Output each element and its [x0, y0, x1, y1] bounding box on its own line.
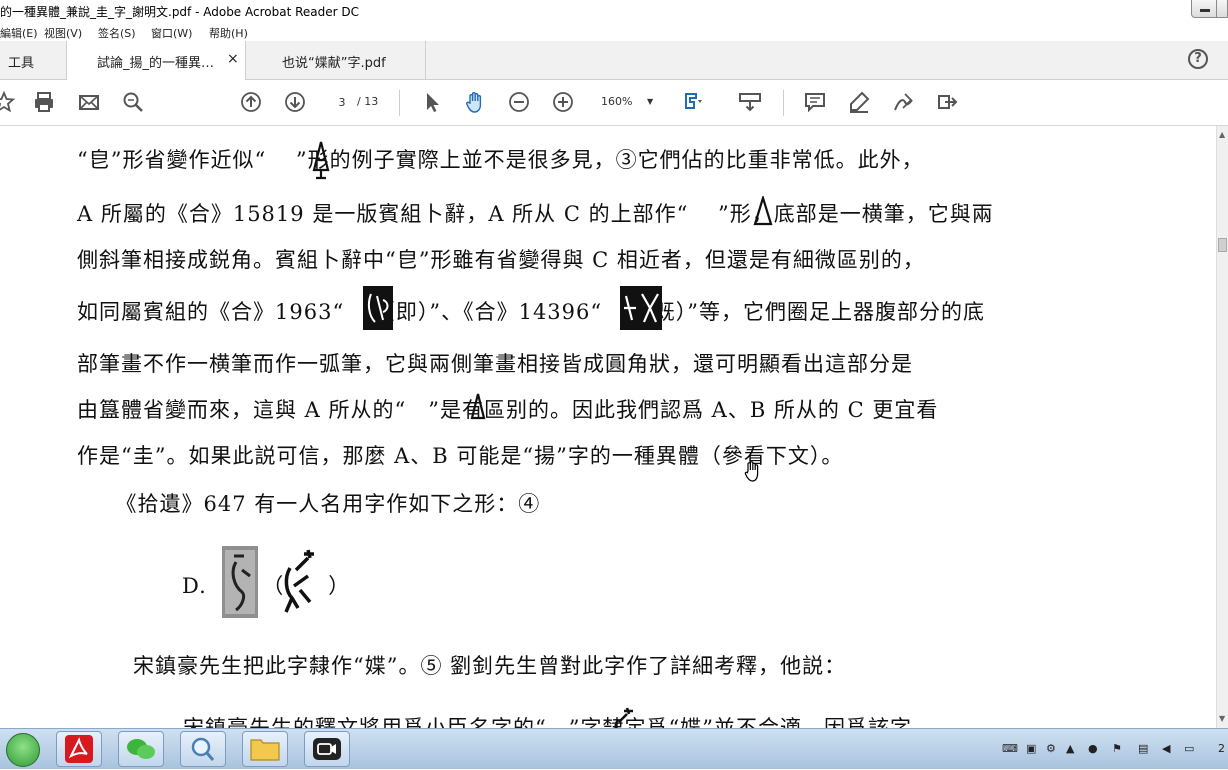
document-line: D. （ ）	[182, 574, 351, 598]
tray-qq-icon[interactable]: ●	[1088, 742, 1098, 755]
zoom-value: 160%	[601, 95, 633, 108]
tray-network-icon[interactable]: ▤	[1138, 742, 1148, 755]
document-page[interactable]: “皀”形省變作近似“ ”形的例子實際上並不是很多見，③它們佔的比重非常低。此外，…	[0, 126, 1216, 728]
help-icon[interactable]: ?	[1188, 49, 1208, 69]
document-line: 如同屬賓組的《合》1963“ （即）”、《合》14396“ （既）”等，它們圈足…	[77, 300, 986, 324]
mail-icon[interactable]	[77, 90, 101, 114]
close-icon[interactable]: ×	[227, 51, 239, 67]
menu-window[interactable]: 窗口(W)	[151, 25, 192, 41]
taskbar-explorer[interactable]	[242, 731, 288, 767]
vertical-scrollbar[interactable]: ▲ ▼	[1216, 126, 1228, 728]
document-line: 作是“圭”。如果此説可信，那麼 A、B 可能是“揚”字的一種異體（參看下文）。	[77, 444, 844, 468]
tab-bar: 工具 試論_揚_的一種異… × 也说“媟献”字.pdf	[0, 41, 1228, 80]
document-line: 宋鎮豪先生把此字隸作“媟”。⑤ 劉釗先生曾對此字作了詳細考釋，他説：	[133, 654, 847, 678]
toolbar: 3 / 13 160% ▼	[0, 80, 1228, 126]
scrollbar-thumb[interactable]	[1218, 238, 1227, 252]
search-icon[interactable]	[121, 90, 145, 114]
taskbar-wechat[interactable]	[118, 731, 164, 767]
rubbing-glyph-image	[363, 286, 393, 330]
tray-expand-icon[interactable]: ▲	[1066, 742, 1074, 755]
oracle-glyph-image	[312, 141, 330, 180]
menu-help[interactable]: 帮助(H)	[209, 25, 248, 41]
tab-document-1[interactable]: 試論_揚_的一種異… ×	[66, 41, 246, 80]
comment-icon[interactable]	[803, 90, 827, 114]
tab-tools-label: 工具	[8, 56, 35, 71]
tab-document-2[interactable]: 也说“媟献”字.pdf	[246, 41, 426, 79]
oracle-glyph-image	[470, 393, 486, 420]
tray-volume-icon[interactable]: ◀	[1162, 742, 1170, 755]
oracle-glyph-image	[614, 707, 633, 728]
tab-tools[interactable]: 工具	[0, 41, 66, 79]
rubbing-glyph-image	[222, 546, 258, 618]
taskbar-camera-app[interactable]	[304, 731, 350, 767]
hand-cursor-icon	[744, 461, 759, 482]
menu-bar: 編辑(E) 视图(V) 签名(S) 窗口(W) 帮助(H)	[0, 21, 1228, 41]
document-line: 部筆畫不作一横筆而作一弧筆，它與兩側筆畫相接皆成圓角狀，還可明顯看出這部分是	[77, 352, 913, 376]
page-number-input[interactable]: 3	[326, 92, 358, 114]
tab-document-1-label: 試論_揚_的一種異…	[97, 56, 215, 71]
zoom-select[interactable]: 160% ▼	[595, 92, 663, 112]
tray-display-icon[interactable]: ▣	[1026, 742, 1036, 755]
highlight-icon[interactable]	[847, 90, 871, 114]
document-line: A 所屬的《合》15819 是一版賓組卜辭，A 所从 C 的上部作“ ”形，底部…	[77, 202, 994, 226]
print-icon[interactable]	[32, 90, 56, 114]
menu-edit[interactable]: 編辑(E)	[0, 25, 38, 41]
share-icon[interactable]	[935, 90, 959, 114]
hand-icon[interactable]	[463, 90, 487, 114]
document-line: “皀”形省變作近似“ ”形的例子實際上並不是很多見，③它們佔的比重非常低。此外，	[77, 148, 924, 172]
window-title: 的一種異體_兼說_圭_字_謝明文.pdf - Adobe Acrobat Rea…	[0, 5, 360, 19]
toolbar-divider	[783, 90, 784, 116]
tray-gear-icon[interactable]: ⚙	[1046, 742, 1056, 755]
start-button[interactable]	[6, 733, 40, 767]
chevron-down-icon: ▼	[647, 97, 654, 106]
taskbar-acrobat[interactable]	[56, 731, 102, 767]
sign-icon[interactable]	[891, 90, 915, 114]
rubbing-glyph-image	[620, 286, 662, 330]
tray-monitor-icon[interactable]: ▭	[1184, 742, 1194, 755]
page-up-icon[interactable]	[239, 90, 263, 114]
menu-sign[interactable]: 签名(S)	[98, 25, 136, 41]
scroll-mode-icon[interactable]	[738, 90, 762, 114]
select-arrow-icon[interactable]	[420, 90, 444, 114]
document-line: 由簋體省變而來，這與 A 所从的“ ”是有區别的。因此我們認爲 A、B 所从的 …	[77, 398, 939, 422]
oracle-glyph-image	[284, 549, 314, 613]
tray-keyboard-icon[interactable]: ⌨	[1002, 742, 1018, 755]
zoom-in-icon[interactable]	[551, 90, 575, 114]
toolbar-divider	[399, 90, 400, 116]
document-line: 宋鎮豪先生的釋文將用爲小臣名字的“ ”字隸定爲“媟”並不合適，因爲該字	[183, 716, 912, 728]
star-icon[interactable]	[0, 90, 16, 114]
clock[interactable]: 2	[1218, 742, 1225, 755]
document-line: 側斜筆相接成鋭角。賓組卜辭中“皀”形雖有省變得與 C 相近者，但還是有細微區别的…	[77, 248, 925, 272]
scroll-up-icon[interactable]: ▲	[1219, 130, 1225, 139]
menu-view[interactable]: 视图(V)	[44, 25, 82, 41]
oracle-glyph-image	[753, 196, 773, 226]
page-total: / 13	[357, 95, 379, 108]
fit-page-icon[interactable]	[682, 90, 706, 114]
tab-document-2-label: 也说“媟献”字.pdf	[282, 56, 386, 71]
zoom-out-icon[interactable]	[507, 90, 531, 114]
minimize-button[interactable]	[1191, 0, 1217, 18]
title-bar: 的一種異體_兼說_圭_字_謝明文.pdf - Adobe Acrobat Rea…	[0, 0, 1228, 22]
tray-flag-icon[interactable]: ⚑	[1112, 742, 1122, 755]
scroll-down-icon[interactable]: ▼	[1219, 714, 1225, 723]
page-down-icon[interactable]	[283, 90, 307, 114]
taskbar-search-app[interactable]	[180, 731, 226, 767]
document-line: 《拾遺》647 有一人名用字作如下之形：④	[104, 492, 541, 516]
taskbar: ⌨ ▣ ⚙ ▲ ● ⚑ ▤ ◀ ▭ 2	[0, 728, 1228, 769]
maximize-button[interactable]	[1216, 0, 1228, 18]
